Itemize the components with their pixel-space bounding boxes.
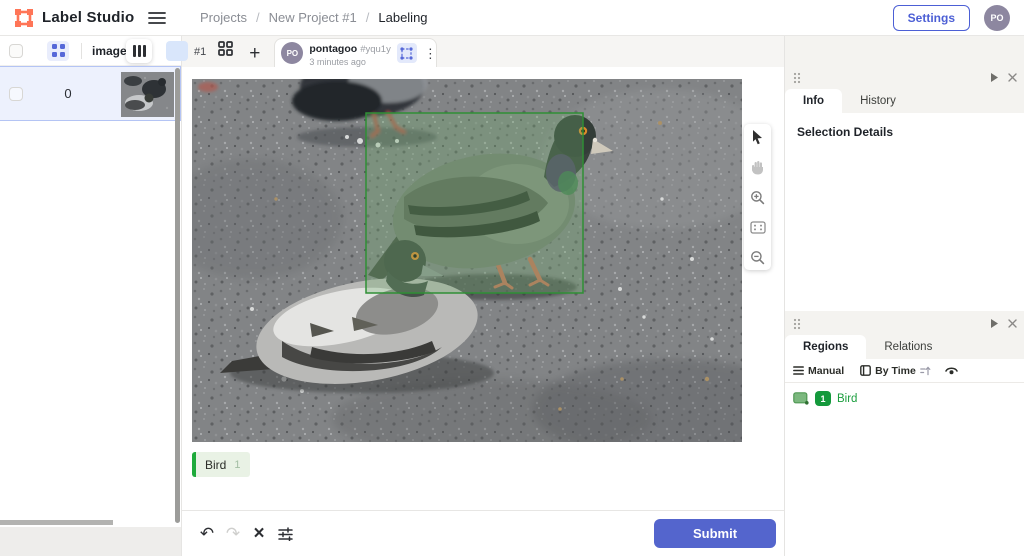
column-action-partial[interactable] — [166, 41, 188, 61]
order-panel-icon — [860, 365, 871, 376]
app-logo[interactable]: Label Studio — [0, 8, 140, 28]
breadcrumb-labeling: Labeling — [378, 10, 427, 25]
annotation-time: 3 minutes ago — [309, 57, 390, 67]
collapse-panel-icon[interactable] — [1008, 319, 1017, 328]
task-thumbnail[interactable] — [121, 72, 174, 117]
breadcrumb-project[interactable]: New Project #1 — [269, 10, 357, 25]
annotations-grid-icon[interactable] — [218, 41, 233, 61]
add-annotation-icon[interactable]: + — [249, 44, 260, 63]
group-by-icon — [793, 366, 804, 375]
breadcrumb-projects[interactable]: Projects — [200, 10, 247, 25]
task-number: #1 — [194, 46, 206, 58]
label-name: Bird — [205, 458, 226, 472]
annotator-name: pontagoo — [309, 43, 357, 55]
sidebar-footer-area — [0, 527, 181, 556]
annotation-id: #yqu1y — [360, 44, 391, 55]
selection-details-title: Selection Details — [785, 113, 1024, 151]
info-panel: Info History Selection Details — [785, 66, 1024, 311]
reset-icon[interactable]: × — [246, 521, 272, 547]
toggle-visibility-button[interactable] — [945, 366, 958, 375]
zoom-out-icon[interactable] — [749, 248, 767, 266]
annotation-tab-bar: #1 + PO pontagoo#yqu1y 3 minutes ago — [182, 36, 784, 67]
order-by-time-label: By Time — [875, 365, 916, 377]
regions-toolbar: Manual By Time — [785, 359, 1024, 383]
detach-panel-icon[interactable] — [990, 73, 998, 82]
drag-handle-icon[interactable] — [793, 72, 801, 84]
info-panel-header — [785, 66, 1024, 89]
order-by-time-button[interactable]: By Time — [860, 365, 931, 377]
annotator-avatar: PO — [281, 42, 303, 64]
label-studio-logo-icon — [14, 8, 34, 28]
redo-icon[interactable]: ↷ — [220, 521, 246, 547]
breadcrumb: Projects / New Project #1 / Labeling — [200, 10, 428, 25]
task-table-header: image — [0, 36, 181, 66]
fit-to-screen-icon[interactable] — [749, 218, 767, 236]
pan-tool-icon[interactable] — [749, 158, 767, 176]
region-number-badge: 1 — [815, 391, 831, 406]
task-image[interactable] — [192, 79, 742, 442]
task-row-checkbox[interactable] — [9, 87, 23, 101]
breadcrumb-separator: / — [366, 10, 370, 25]
bird-region-box — [366, 113, 583, 293]
bird-label-button[interactable]: Bird 1 — [192, 452, 250, 477]
settings-button[interactable]: Settings — [893, 5, 970, 31]
select-all-checkbox[interactable] — [9, 44, 23, 58]
annotation-menu-icon[interactable]: ⋮ — [424, 47, 437, 60]
move-tool-icon[interactable] — [749, 128, 767, 146]
detach-panel-icon[interactable] — [990, 319, 998, 328]
task-list-sidebar: image 0 — [0, 36, 182, 556]
user-avatar[interactable]: PO — [984, 5, 1010, 31]
collapse-panel-icon[interactable] — [1008, 73, 1017, 82]
breadcrumb-separator: / — [256, 10, 260, 25]
labeling-main: #1 + PO pontagoo#yqu1y 3 minutes ago — [182, 36, 784, 556]
annotation-tab[interactable]: PO pontagoo#yqu1y 3 minutes ago ⋮ — [274, 38, 437, 67]
submit-button[interactable]: Submit — [654, 519, 776, 548]
zoom-in-icon[interactable] — [749, 188, 767, 206]
group-manual-button[interactable]: Manual — [793, 365, 844, 377]
tab-info[interactable]: Info — [785, 89, 842, 113]
eye-icon — [945, 366, 958, 375]
task-row-id: 0 — [53, 86, 83, 101]
drag-handle-icon[interactable] — [793, 318, 801, 330]
task-row[interactable]: 0 — [0, 66, 181, 121]
label-studio-app: Label Studio Projects / New Project #1 /… — [0, 0, 1024, 556]
regions-panel: Regions Relations Manual By Time — [785, 312, 1024, 556]
top-bar: Label Studio Projects / New Project #1 /… — [0, 0, 1024, 36]
right-panels: Info History Selection Details Reg — [784, 36, 1024, 556]
region-label: Bird — [837, 393, 857, 405]
settings-sliders-icon[interactable] — [272, 521, 298, 547]
sidebar-horizontal-scrollbar[interactable] — [0, 520, 113, 525]
label-color-bar — [192, 452, 196, 477]
region-list-item[interactable]: 1 Bird — [785, 383, 1024, 414]
label-hotkey: 1 — [234, 459, 240, 471]
image-canvas-area: Bird 1 — [182, 67, 784, 510]
regions-panel-tabs: Regions Relations — [785, 335, 1024, 359]
regions-list: 1 Bird — [785, 383, 1024, 556]
columns-icon[interactable] — [126, 39, 152, 63]
tab-relations[interactable]: Relations — [866, 335, 950, 359]
app-title: Label Studio — [42, 9, 134, 26]
undo-icon[interactable]: ↶ — [194, 521, 220, 547]
sort-ascending-icon — [920, 366, 931, 376]
tab-regions[interactable]: Regions — [785, 335, 866, 359]
bottom-action-bar: ↶ ↷ × Submit — [182, 510, 784, 556]
image-column-header[interactable]: image — [92, 44, 127, 58]
grid-view-icon[interactable] — [47, 41, 69, 61]
sidebar-vertical-scrollbar[interactable] — [175, 68, 180, 523]
tab-history[interactable]: History — [842, 89, 914, 113]
region-select-mode-icon[interactable] — [397, 43, 417, 63]
header-divider — [81, 43, 82, 59]
regions-panel-header — [785, 312, 1024, 335]
info-panel-tabs: Info History — [785, 89, 1024, 113]
info-panel-body: Selection Details — [785, 113, 1024, 311]
group-manual-label: Manual — [808, 365, 844, 377]
rectangle-region-icon — [793, 392, 809, 405]
canvas-toolbar — [744, 124, 771, 270]
menu-icon[interactable] — [148, 11, 166, 25]
